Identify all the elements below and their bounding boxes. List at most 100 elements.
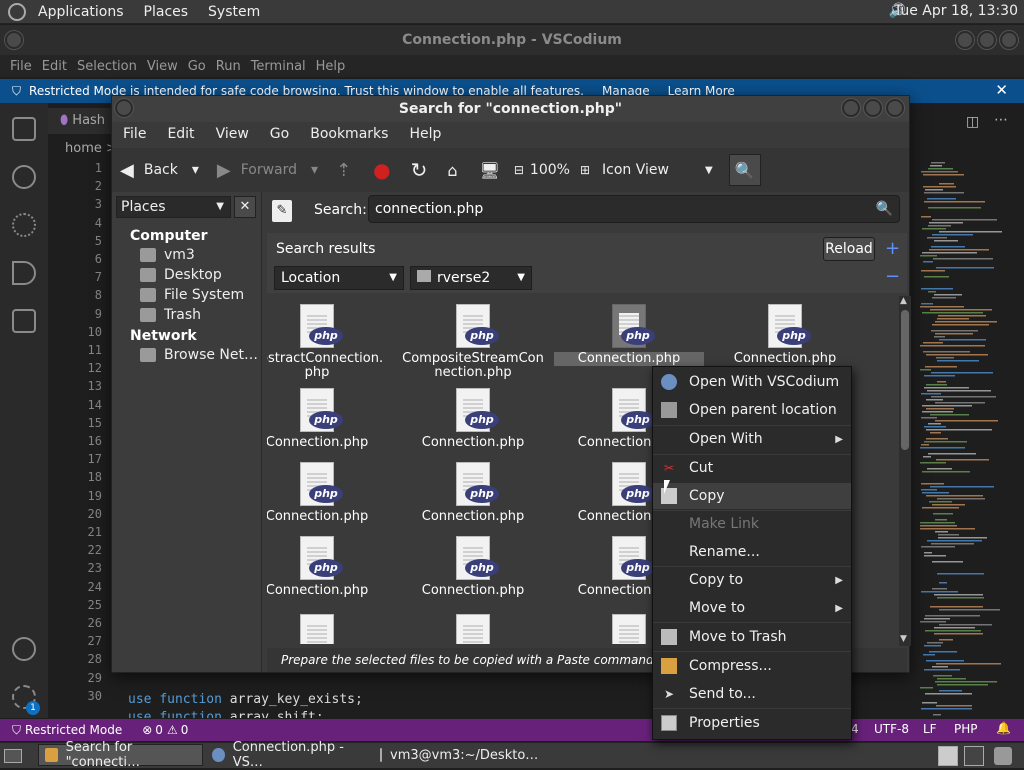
minimize-button[interactable]: [956, 31, 974, 49]
clock[interactable]: Tue Apr 18, 13:30: [894, 3, 1018, 19]
minimap[interactable]: [916, 150, 1024, 720]
menu-help[interactable]: Help: [409, 126, 441, 142]
menu-item-rename[interactable]: Rename...: [653, 539, 851, 565]
menu-item-compress[interactable]: Compress...: [653, 653, 851, 679]
menu-view[interactable]: View: [147, 59, 178, 74]
file-item[interactable]: php Connection.php: [398, 536, 548, 598]
accounts-icon[interactable]: [12, 637, 36, 661]
trash-applet-icon[interactable]: [994, 747, 1012, 765]
close-button[interactable]: [1000, 31, 1018, 49]
close-banner-icon[interactable]: ✕: [995, 81, 1008, 99]
criteria-type-select[interactable]: Location ▼: [274, 266, 404, 290]
extensions-icon[interactable]: [12, 309, 36, 333]
error-icon[interactable]: ⊗: [142, 723, 152, 737]
back-history-dropdown[interactable]: ▾: [192, 162, 199, 178]
menu-bookmarks[interactable]: Bookmarks: [310, 126, 388, 142]
view-mode-select[interactable]: Icon View ▼: [602, 162, 713, 178]
warning-icon[interactable]: ⚠: [167, 723, 178, 737]
menu-item-make-link[interactable]: Make Link: [653, 511, 851, 537]
search-input[interactable]: connection.php 🔍: [368, 195, 900, 223]
computer-icon[interactable]: 🖥: [480, 161, 500, 180]
run-debug-icon[interactable]: [12, 261, 36, 285]
file-item[interactable]: php Connection.php: [398, 388, 548, 450]
scroll-up-arrow[interactable]: ▲: [900, 296, 907, 306]
menu-item-move-to-trash[interactable]: Move to Trash: [653, 624, 851, 650]
menu-item-open-with[interactable]: Open With ▶: [653, 426, 851, 452]
code-line-30[interactable]: use function array_shift;: [128, 710, 324, 718]
stop-icon[interactable]: ●: [373, 158, 390, 182]
zoom-level[interactable]: 100%: [530, 162, 570, 178]
breadcrumb[interactable]: home >: [65, 141, 117, 156]
workspace-1[interactable]: [938, 746, 958, 766]
file-item[interactable]: [267, 614, 392, 644]
file-item[interactable]: php Connection.php: [267, 536, 392, 598]
sidebar-item-filesystem[interactable]: File System: [140, 287, 244, 303]
search-icon[interactable]: 🔍: [876, 196, 893, 222]
encoding-status[interactable]: UTF-8: [874, 722, 909, 736]
sidebar-type-select[interactable]: Places ▼: [116, 196, 231, 218]
menu-view[interactable]: View: [216, 126, 249, 142]
minimize-button[interactable]: [842, 99, 860, 117]
maximize-button[interactable]: [864, 99, 882, 117]
window-menu-icon[interactable]: [5, 31, 23, 49]
reload-button[interactable]: Reload: [823, 237, 875, 261]
forward-history-dropdown[interactable]: ▾: [311, 162, 318, 178]
up-icon[interactable]: ⇡: [336, 160, 351, 181]
applications-menu[interactable]: Applications: [38, 4, 124, 20]
editor-tab[interactable]: ⬮ Hash: [48, 108, 118, 134]
file-item[interactable]: php AbstractConnection. php: [267, 304, 392, 380]
menu-help[interactable]: Help: [316, 59, 346, 74]
menu-item-open-with-vscodium[interactable]: Open With VSCodium: [653, 369, 851, 395]
menu-file[interactable]: File: [10, 59, 32, 74]
search-icon[interactable]: [12, 165, 36, 189]
menu-selection[interactable]: Selection: [77, 59, 137, 74]
menu-edit[interactable]: Edit: [167, 126, 194, 142]
scroll-down-arrow[interactable]: ▼: [900, 634, 907, 644]
menu-terminal[interactable]: Terminal: [251, 59, 306, 74]
code-line-29[interactable]: use function array_key_exists;: [128, 692, 363, 707]
file-item[interactable]: php CompositeStreamCon nection.php: [398, 304, 548, 380]
sidebar-item-vm3[interactable]: vm3: [140, 247, 195, 263]
reload-icon[interactable]: ↻: [411, 158, 428, 182]
split-editor-icon[interactable]: ◫: [966, 114, 979, 130]
task-vscodium[interactable]: Connection.php - VS…: [206, 740, 371, 770]
close-sidebar-icon[interactable]: ✕: [234, 196, 256, 218]
more-actions-icon[interactable]: ⋯: [994, 112, 1008, 128]
workspace-2[interactable]: [964, 746, 984, 766]
file-item[interactable]: php Connection.php: [267, 388, 392, 450]
maximize-button[interactable]: [978, 31, 996, 49]
menu-file[interactable]: File: [123, 126, 146, 142]
menu-run[interactable]: Run: [216, 59, 241, 74]
restricted-mode-status[interactable]: Restricted Mode: [25, 723, 122, 737]
zoom-in-icon[interactable]: ⊞: [580, 163, 590, 177]
menu-item-send-to[interactable]: ➤ Send to...: [653, 681, 851, 707]
menu-item-open-parent[interactable]: Open parent location: [653, 397, 851, 423]
show-desktop-icon[interactable]: [4, 749, 22, 763]
scrollbar-thumb[interactable]: [901, 310, 909, 450]
language-status[interactable]: PHP: [954, 722, 978, 736]
forward-button[interactable]: ▶ Forward: [217, 160, 297, 181]
source-control-icon[interactable]: [12, 213, 36, 237]
sidebar-item-browse-network[interactable]: Browse Net…: [140, 347, 258, 363]
search-toggle-icon[interactable]: 🔍: [728, 154, 761, 186]
menu-item-properties[interactable]: Properties: [653, 710, 851, 736]
task-terminal[interactable]: vm3@vm3:~/Deskto…: [374, 744, 544, 766]
menu-item-copy-to[interactable]: Copy to ▶: [653, 567, 851, 593]
home-icon[interactable]: ⌂: [447, 161, 457, 180]
bell-icon[interactable]: 🔔: [996, 721, 1011, 735]
close-button[interactable]: [886, 99, 904, 117]
menu-go[interactable]: Go: [270, 126, 289, 142]
file-item[interactable]: php Connection.php: [398, 462, 548, 524]
places-menu[interactable]: Places: [144, 4, 189, 20]
window-menu-icon[interactable]: [115, 99, 133, 117]
menu-item-cut[interactable]: ✂ Cut: [653, 455, 851, 481]
file-item[interactable]: php Connection.php: [267, 462, 392, 524]
cursor-position[interactable]: 4: [851, 722, 859, 736]
system-menu[interactable]: System: [208, 4, 260, 20]
edit-location-icon[interactable]: ✎: [272, 200, 292, 222]
sidebar-item-desktop[interactable]: Desktop: [140, 267, 222, 283]
menu-item-move-to[interactable]: Move to ▶: [653, 595, 851, 621]
explorer-icon[interactable]: [12, 117, 36, 141]
add-criteria-icon[interactable]: +: [885, 238, 900, 259]
file-item[interactable]: [398, 614, 548, 644]
